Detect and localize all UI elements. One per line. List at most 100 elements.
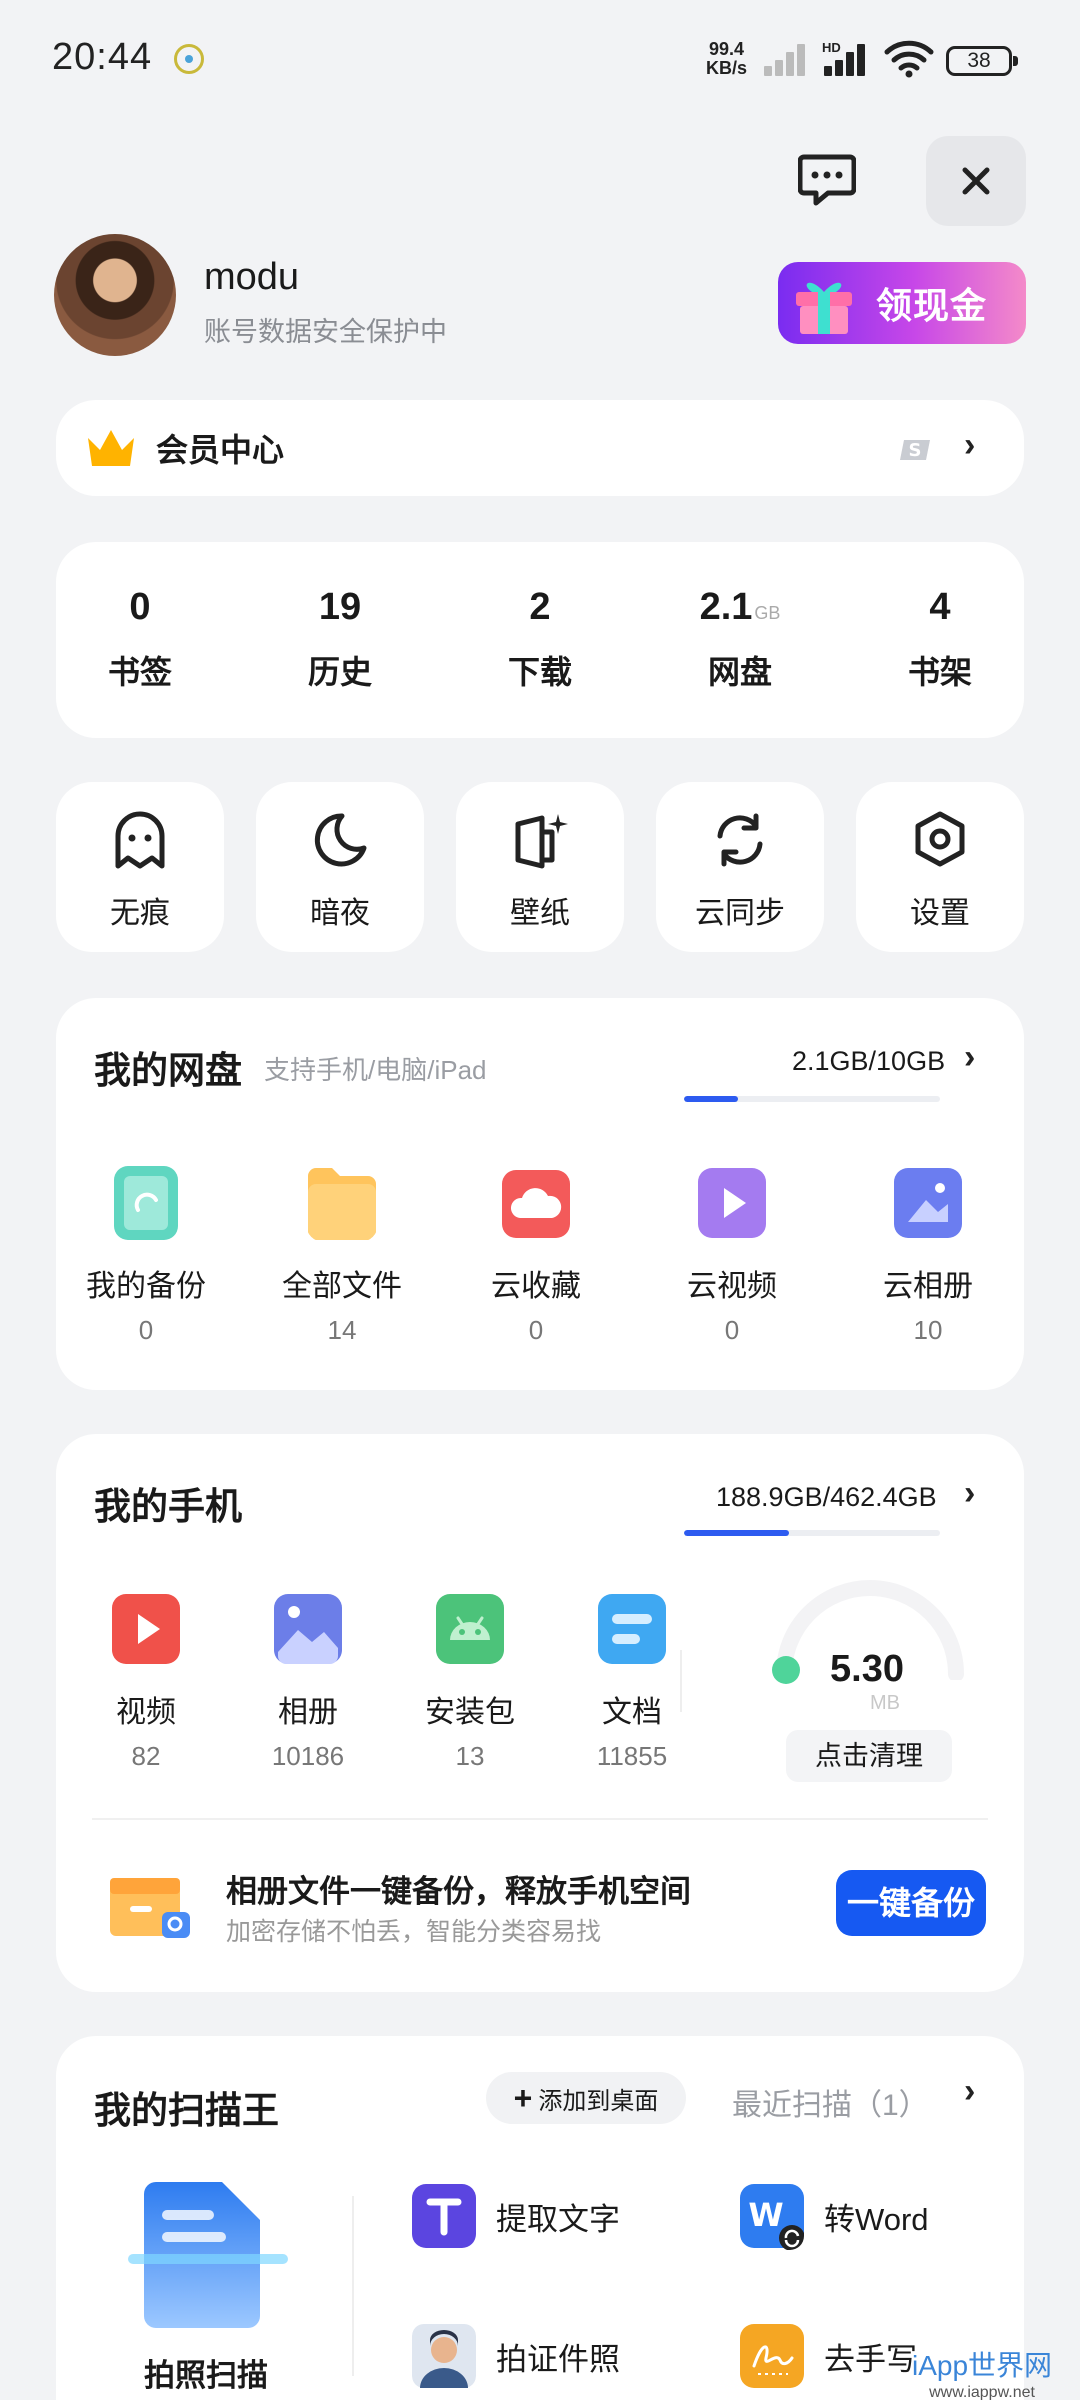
- stat-value: 2: [529, 586, 551, 628]
- phone-item-count: 13: [455, 1741, 485, 1771]
- svg-text:S: S: [909, 440, 922, 461]
- avatar[interactable]: [54, 234, 176, 356]
- get-cash-button[interactable]: 领现金: [778, 262, 1026, 344]
- disk-item-label: 云视频: [687, 1270, 777, 1303]
- moon-icon: [314, 813, 367, 867]
- cloud-disk-usage-fill: [684, 1096, 738, 1102]
- cloud-disk-title[interactable]: 我的网盘: [94, 1040, 242, 1094]
- stat-label: 书签: [107, 654, 172, 690]
- phone-item-label: 视频: [116, 1696, 176, 1729]
- tool-label: 云同步: [695, 897, 785, 930]
- stat-value: 0: [129, 586, 151, 628]
- account-status-text: 账号数据安全保护中: [204, 317, 447, 347]
- folder-icon: [308, 1168, 376, 1240]
- backup-promo-subtitle: 加密存储不怕丢，智能分类容易找: [226, 1918, 602, 1946]
- video-icon: [112, 1594, 180, 1664]
- stat-cloud-disk[interactable]: 2.1 GB 网盘: [670, 586, 810, 693]
- watermark: iApp世界网 www.iappw.net: [912, 2344, 1052, 2400]
- cloud-disk-usage-bar: [684, 1096, 940, 1102]
- feature-remove-handwriting[interactable]: 去手写: [740, 2322, 917, 2390]
- photo-scan-icon[interactable]: [128, 2180, 288, 2330]
- stat-label: 历史: [307, 654, 372, 690]
- album-icon: [274, 1594, 342, 1664]
- disk-item-cloud-album[interactable]: 云相册 10: [838, 1164, 1018, 1346]
- junk-size-unit: MB: [870, 1692, 900, 1714]
- ghost-icon: [115, 811, 165, 869]
- tool-night-mode[interactable]: 暗夜: [256, 782, 424, 952]
- svg-text:W: W: [748, 2196, 783, 2234]
- stat-downloads[interactable]: 2 下载: [470, 586, 610, 693]
- plus-icon: +: [513, 2079, 533, 2116]
- stat-label: 网盘: [707, 654, 772, 690]
- disk-item-count: 0: [138, 1315, 154, 1345]
- phone-item-label: 安装包: [425, 1696, 515, 1729]
- feature-to-word[interactable]: W 转Word: [740, 2182, 929, 2250]
- vip-center-row[interactable]: 会员中心 S ›: [56, 400, 1024, 496]
- close-button[interactable]: [926, 136, 1026, 226]
- watermark-text: iApp世界网: [912, 2350, 1053, 2381]
- stat-bookmarks[interactable]: 0 书签: [70, 586, 210, 693]
- phone-item-videos[interactable]: 视频 82: [56, 1590, 236, 1772]
- cloud-disk-subtitle: 支持手机/电脑/iPad: [264, 1055, 487, 1085]
- disk-item-label: 我的备份: [86, 1270, 206, 1303]
- feature-extract-text[interactable]: 提取文字: [412, 2182, 620, 2250]
- phone-item-album[interactable]: 相册 10186: [218, 1590, 398, 1772]
- battery-icon: 38: [946, 46, 1018, 76]
- stat-value: 4: [929, 586, 951, 628]
- disk-item-cloud-favorites[interactable]: 云收藏 0: [446, 1164, 626, 1346]
- status-time: 20:44: [52, 36, 153, 78]
- signal-icon-sim1: [764, 42, 812, 76]
- network-speed-unit: KB/s: [706, 58, 748, 78]
- feature-id-photo[interactable]: 拍证件照: [412, 2322, 620, 2390]
- disk-item-all-files[interactable]: 全部文件 14: [252, 1164, 432, 1346]
- cloud-favorite-icon: [502, 1170, 570, 1238]
- vip-badge-icon: S: [900, 440, 930, 461]
- phone-storage-bar: [684, 1530, 940, 1536]
- stat-label: 下载: [507, 654, 572, 690]
- phone-storage-usage[interactable]: 188.9GB/462.4GB: [716, 1482, 937, 1513]
- tool-cloud-sync[interactable]: 云同步: [656, 782, 824, 952]
- add-to-desktop-label: 添加到桌面: [538, 2087, 659, 2115]
- watermark-url: www.iappw.net: [929, 2384, 1035, 2400]
- clean-button[interactable]: 点击清理: [786, 1730, 952, 1782]
- tool-incognito[interactable]: 无痕: [56, 782, 224, 952]
- chevron-right-icon[interactable]: ›: [964, 1474, 975, 1513]
- phone-item-apk[interactable]: 安装包 13: [380, 1590, 560, 1772]
- phone-item-label: 文档: [602, 1696, 662, 1729]
- chevron-right-icon[interactable]: ›: [964, 1038, 975, 1077]
- stat-value: 19: [318, 586, 362, 628]
- text-extract-icon: [412, 2184, 476, 2248]
- close-icon: [962, 167, 990, 195]
- tool-wallpaper[interactable]: 壁纸: [456, 782, 624, 952]
- feature-label: 拍证件照: [496, 2341, 620, 2377]
- message-button[interactable]: [792, 148, 862, 212]
- phone-item-count: 82: [131, 1741, 161, 1771]
- disk-item-count: 0: [724, 1315, 740, 1345]
- android-icon: [436, 1594, 504, 1664]
- scanner-title[interactable]: 我的扫描王: [94, 2080, 279, 2134]
- disk-item-label: 全部文件: [282, 1270, 402, 1303]
- disk-item-count: 14: [327, 1315, 357, 1345]
- photo-scan-label[interactable]: 拍照扫描: [144, 2350, 268, 2395]
- divider: [680, 1650, 682, 1712]
- chevron-right-icon[interactable]: ›: [964, 2072, 975, 2111]
- status-bar: 20:44 99.4 KB/s HD 38: [0, 0, 1080, 120]
- one-click-backup-button[interactable]: 一键备份: [836, 1870, 986, 1936]
- phone-item-documents[interactable]: 文档 11855: [542, 1590, 722, 1772]
- stat-history[interactable]: 19 历史: [270, 586, 410, 693]
- tool-label: 设置: [910, 897, 970, 930]
- recent-scans-link[interactable]: 最近扫描（1）: [732, 2080, 929, 2124]
- disk-item-cloud-video[interactable]: 云视频 0: [642, 1164, 822, 1346]
- cloud-disk-usage[interactable]: 2.1GB/10GB: [792, 1046, 945, 1077]
- add-to-desktop-button[interactable]: + 添加到桌面: [486, 2072, 686, 2124]
- stat-bookshelf[interactable]: 4 书架: [870, 586, 1010, 693]
- chevron-right-icon: ›: [964, 426, 976, 464]
- disk-item-count: 0: [528, 1315, 544, 1345]
- signal-icon-sim2: [824, 42, 872, 76]
- stats-card: 0 书签 19 历史 2 下载 2.1 GB 网盘 4 书架: [56, 542, 1024, 738]
- username[interactable]: modu: [204, 256, 299, 299]
- disk-item-my-backup[interactable]: 我的备份 0: [56, 1164, 236, 1346]
- my-phone-title[interactable]: 我的手机: [94, 1476, 242, 1530]
- tool-settings[interactable]: 设置: [856, 782, 1024, 952]
- divider: [92, 1818, 988, 1820]
